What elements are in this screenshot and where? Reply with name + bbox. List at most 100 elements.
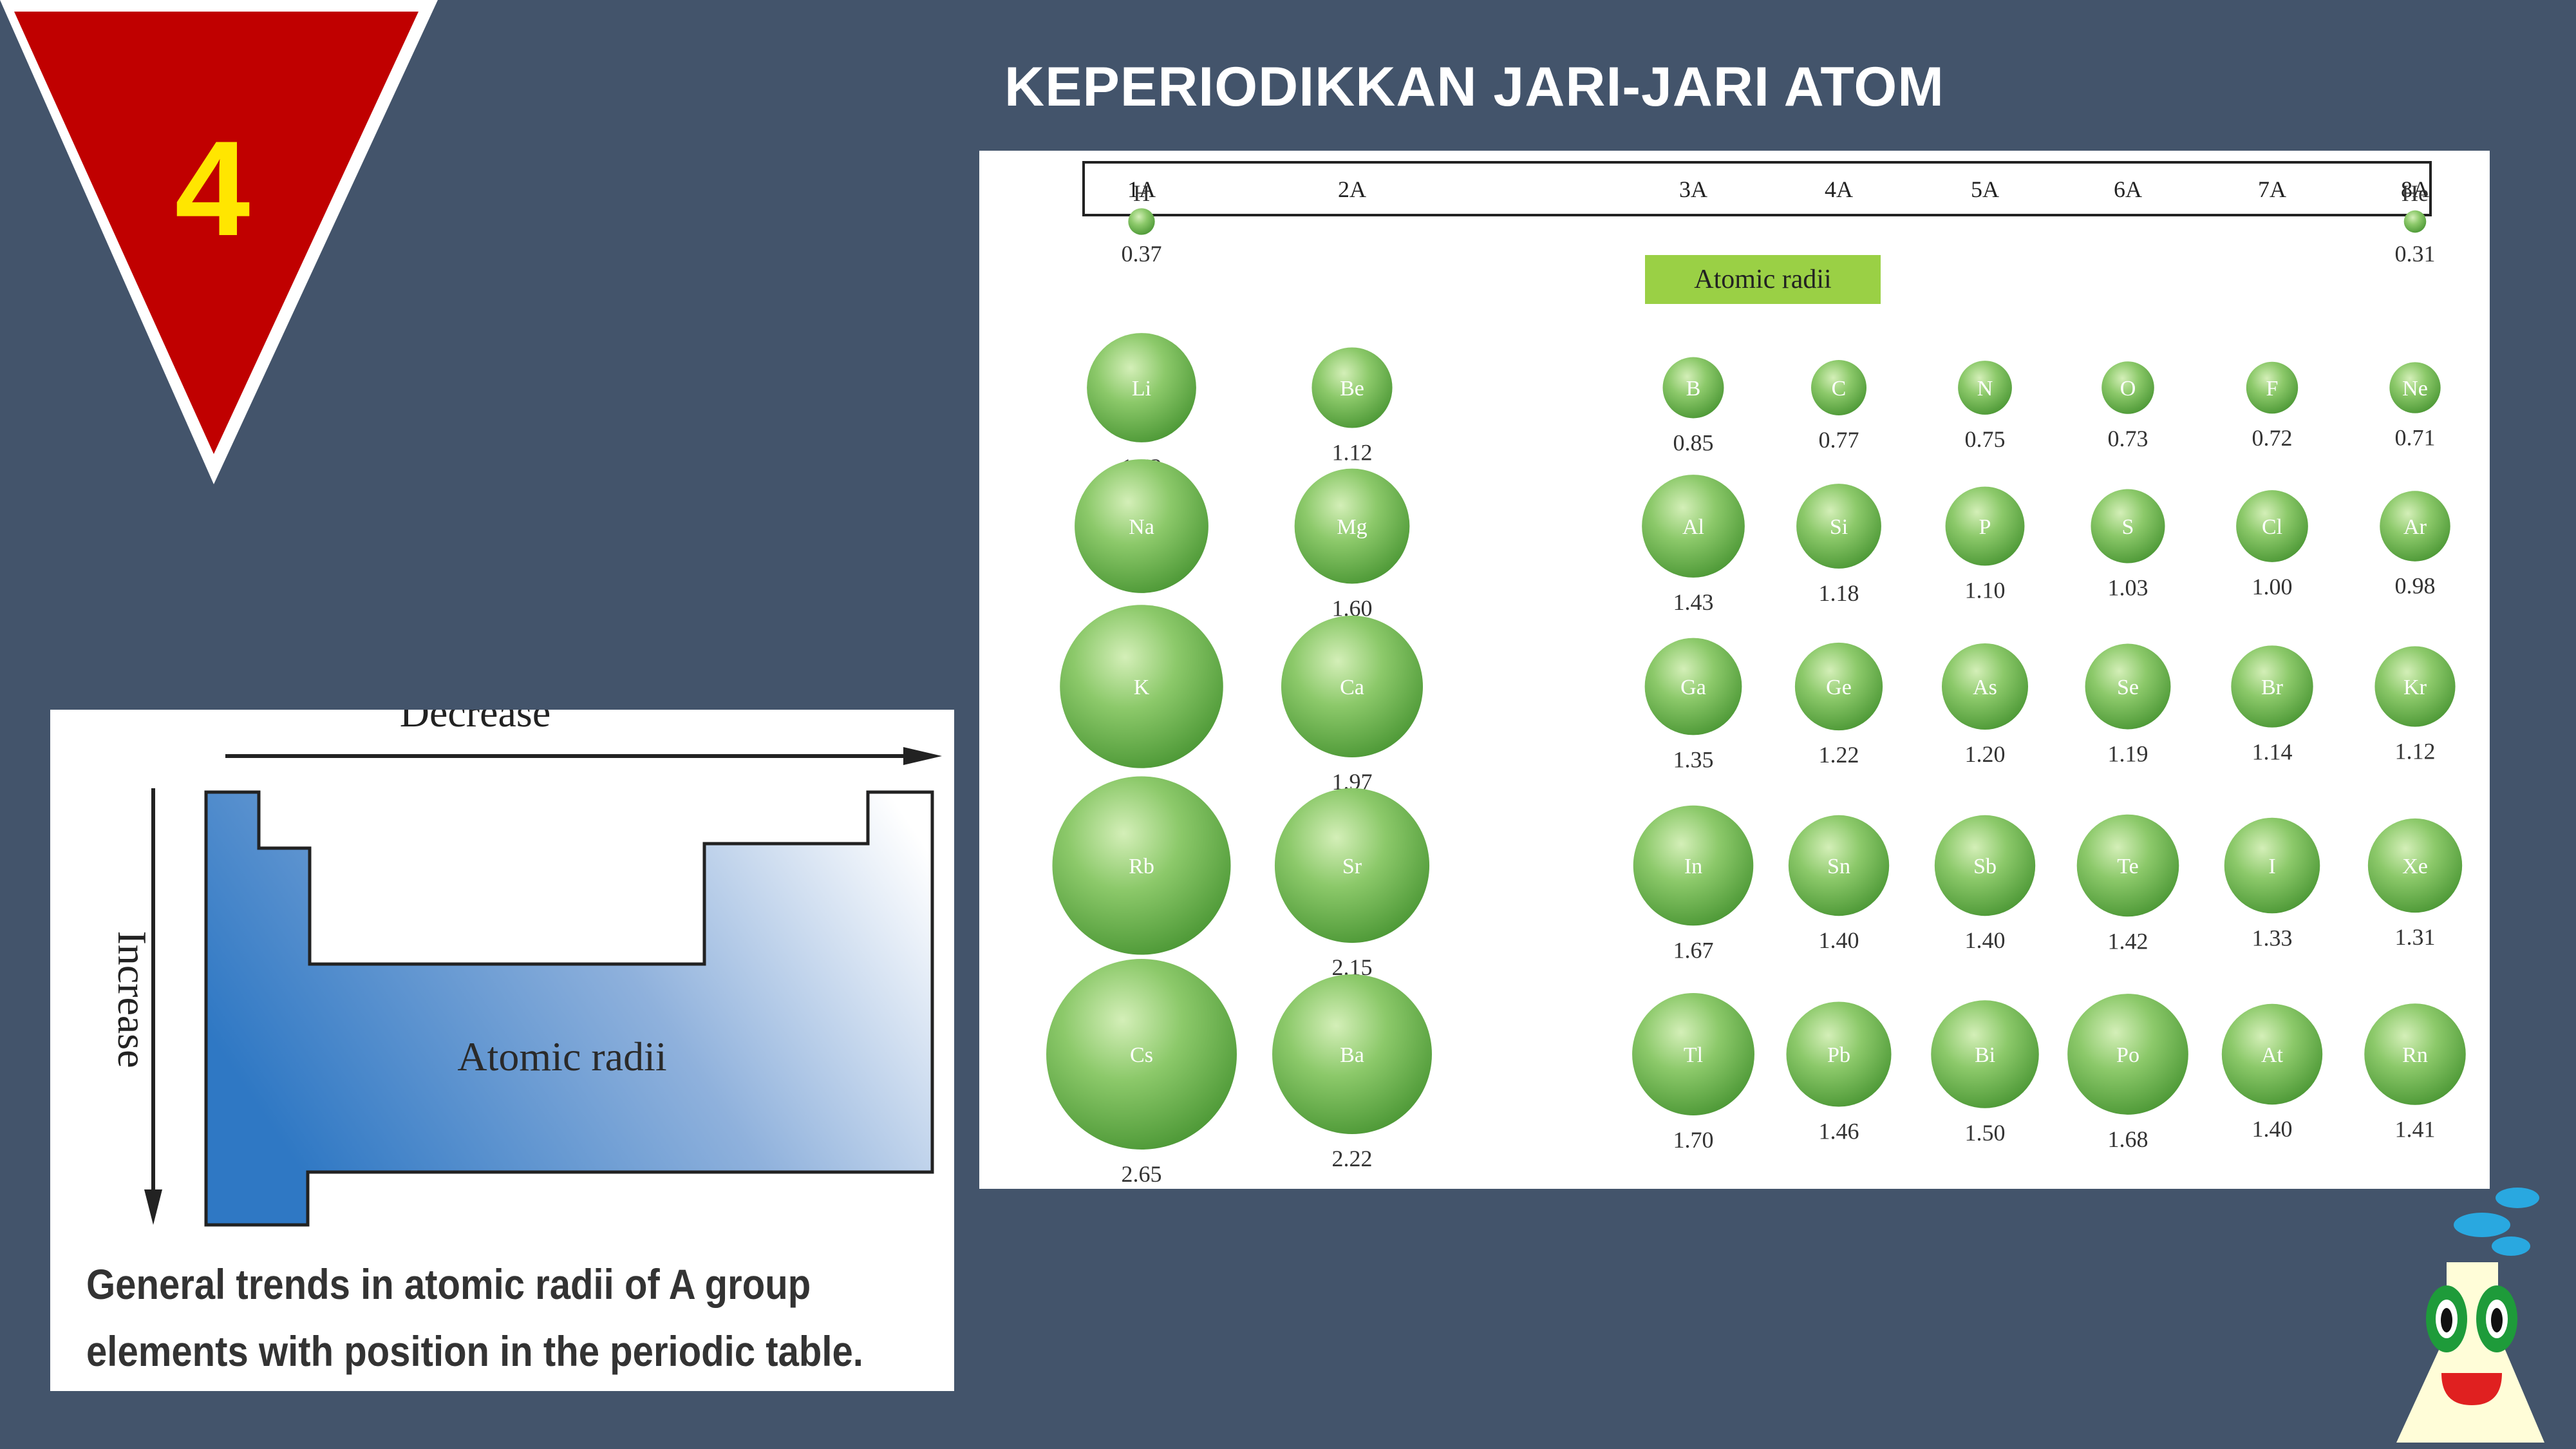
element-in: In 1.67 bbox=[1633, 805, 1754, 963]
element-symbol: Rb bbox=[1129, 855, 1154, 878]
element-symbol: Kr bbox=[2403, 676, 2427, 699]
flask-mascot-icon bbox=[2396, 1188, 2544, 1443]
element-radius-value: 1.20 bbox=[1965, 741, 2006, 767]
trend-caption-line-1: General trends in atomic radii of A grou… bbox=[86, 1260, 811, 1308]
element-symbol: Ar bbox=[2403, 515, 2427, 539]
element-radius-value: 2.65 bbox=[1122, 1161, 1162, 1187]
element-symbol: O bbox=[2120, 377, 2136, 401]
element-symbol: Po bbox=[2116, 1043, 2139, 1067]
element-k: K2.27 bbox=[1060, 605, 1223, 806]
element-mg: Mg1.60 bbox=[1294, 468, 1410, 621]
element-radius-value: 1.67 bbox=[1673, 937, 1714, 963]
element-n: N 0.75 bbox=[1958, 361, 2012, 452]
left-pupil bbox=[2441, 1308, 2452, 1332]
element-radius-value: 1.03 bbox=[2108, 575, 2148, 601]
atomic-radii-label: Atomic radii bbox=[1694, 265, 1831, 294]
element-radius-value: 1.19 bbox=[2108, 741, 2148, 766]
element-symbol: N bbox=[1977, 377, 1993, 401]
element-radius-value: 1.12 bbox=[2395, 739, 2436, 764]
element-symbol: Te bbox=[2117, 855, 2139, 878]
element-radius-value: 1.33 bbox=[2252, 925, 2293, 951]
group-header-6a: 6A bbox=[2114, 176, 2142, 202]
increase-label: Increase bbox=[109, 931, 155, 1068]
element-at: At 1.40 bbox=[2221, 1003, 2323, 1142]
element-radius-value: 1.40 bbox=[1965, 927, 2006, 953]
element-radius-value: 1.14 bbox=[2252, 739, 2293, 765]
element-symbol: Cl bbox=[2262, 515, 2282, 539]
element-symbol: Pb bbox=[1827, 1043, 1850, 1067]
element-symbol: Na bbox=[1129, 515, 1154, 539]
trend-diagram: Decrease Increase Atomic radii bbox=[109, 710, 942, 1227]
element-radius-value: 0.37 bbox=[1122, 241, 1162, 267]
element-radius-value: 1.35 bbox=[1673, 746, 1714, 772]
element-radius-value: 0.77 bbox=[1819, 427, 1859, 453]
element-symbol: Rn bbox=[2402, 1043, 2428, 1067]
decrease-label: Decrease bbox=[400, 710, 550, 735]
element-radius-value: 1.12 bbox=[1332, 440, 1373, 466]
element-radius-value: 1.43 bbox=[1673, 589, 1714, 615]
group-header-2a: 2A bbox=[1338, 176, 1366, 202]
element-symbol: B bbox=[1686, 377, 1701, 401]
element-as: As 1.20 bbox=[1941, 643, 2029, 767]
periodic-table-outline bbox=[204, 790, 934, 1227]
element-symbol: H bbox=[1133, 180, 1150, 206]
element-symbol: Se bbox=[2117, 676, 2139, 699]
element-f: F 0.72 bbox=[2246, 361, 2299, 451]
element-se: Se 1.19 bbox=[2085, 643, 2171, 766]
element-radius-value: 1.50 bbox=[1965, 1120, 2006, 1146]
element-radius-value: 0.72 bbox=[2252, 425, 2293, 451]
element-kr: Kr 1.12 bbox=[2374, 646, 2456, 764]
trend-caption: General trends in atomic radii of A grou… bbox=[86, 1251, 863, 1385]
element-bi: Bi 1.50 bbox=[1931, 1000, 2039, 1146]
element-sn: Sn 1.40 bbox=[1788, 815, 1890, 953]
group-header-7a: 7A bbox=[2258, 176, 2286, 202]
bubble-top-icon bbox=[2496, 1188, 2539, 1208]
element-radius-value: 1.42 bbox=[2108, 928, 2148, 954]
element-radius-value: 1.18 bbox=[1819, 580, 1859, 606]
element-tl: Tl 1.70 bbox=[1632, 993, 1754, 1153]
element-radius-value: 2.22 bbox=[1332, 1146, 1373, 1171]
element-symbol: K bbox=[1134, 676, 1150, 699]
element-symbol: Ba bbox=[1340, 1043, 1364, 1067]
element-al: Al 1.43 bbox=[1642, 475, 1745, 615]
element-ge: Ge 1.22 bbox=[1794, 642, 1883, 768]
element-rn: Rn 1.41 bbox=[2364, 1003, 2466, 1142]
right-pupil bbox=[2491, 1308, 2503, 1332]
element-p: P 1.10 bbox=[1945, 486, 2025, 603]
element-ne: Ne 0.71 bbox=[2389, 362, 2441, 451]
element-po: Po 1.68 bbox=[2067, 994, 2188, 1152]
decrease-arrowhead bbox=[903, 747, 942, 765]
element-pb: Pb 1.46 bbox=[1786, 1001, 1892, 1144]
element-symbol: As bbox=[1973, 676, 1997, 699]
element-na: Na1.86 bbox=[1075, 459, 1208, 630]
element-ar: Ar 0.98 bbox=[2380, 491, 2450, 599]
element-b: B 0.85 bbox=[1662, 357, 1724, 455]
slide-title: KEPERIODIKKAN JARI-JARI ATOM bbox=[1004, 56, 1944, 118]
element-radius-value: 1.46 bbox=[1819, 1119, 1859, 1144]
element-radius-value: 1.41 bbox=[2395, 1117, 2436, 1142]
element-radius-value: 0.75 bbox=[1965, 426, 2006, 452]
element-sphere-he bbox=[2403, 210, 2427, 233]
element-radius-value: 1.22 bbox=[1819, 742, 1859, 768]
group-header-3a: 3A bbox=[1679, 176, 1707, 202]
group-header-5a: 5A bbox=[1971, 176, 1999, 202]
element-symbol: P bbox=[1979, 515, 1991, 539]
element-symbol: I bbox=[2268, 855, 2275, 878]
badge-number: 4 bbox=[175, 113, 250, 264]
element-radius-value: 1.40 bbox=[1819, 927, 1859, 953]
element-be: Be 1.12 bbox=[1312, 347, 1393, 466]
trend-diagram-panel: Decrease Increase Atomic radii General t… bbox=[50, 710, 954, 1391]
bubble-bottom-icon bbox=[2492, 1236, 2530, 1256]
element-si: Si 1.18 bbox=[1796, 484, 1881, 606]
element-c: C 0.77 bbox=[1810, 359, 1867, 453]
increase-arrowhead bbox=[144, 1189, 162, 1225]
element-symbol: He bbox=[2402, 180, 2429, 206]
element-radius-value: 1.40 bbox=[2252, 1116, 2293, 1142]
periodic-table-panel: 1A 2A 3A 4A 5A 6A 7A 8A Atomic radii H 0.37 He 0.3… bbox=[979, 151, 2490, 1189]
element-cl: Cl 1.00 bbox=[2236, 490, 2308, 600]
element-symbol: S bbox=[2122, 515, 2134, 539]
element-symbol: Ga bbox=[1680, 676, 1706, 699]
element-symbol: Sr bbox=[1342, 855, 1362, 878]
element-ca: Ca1.97 bbox=[1281, 615, 1424, 795]
element-radius-value: 0.31 bbox=[2395, 241, 2436, 267]
